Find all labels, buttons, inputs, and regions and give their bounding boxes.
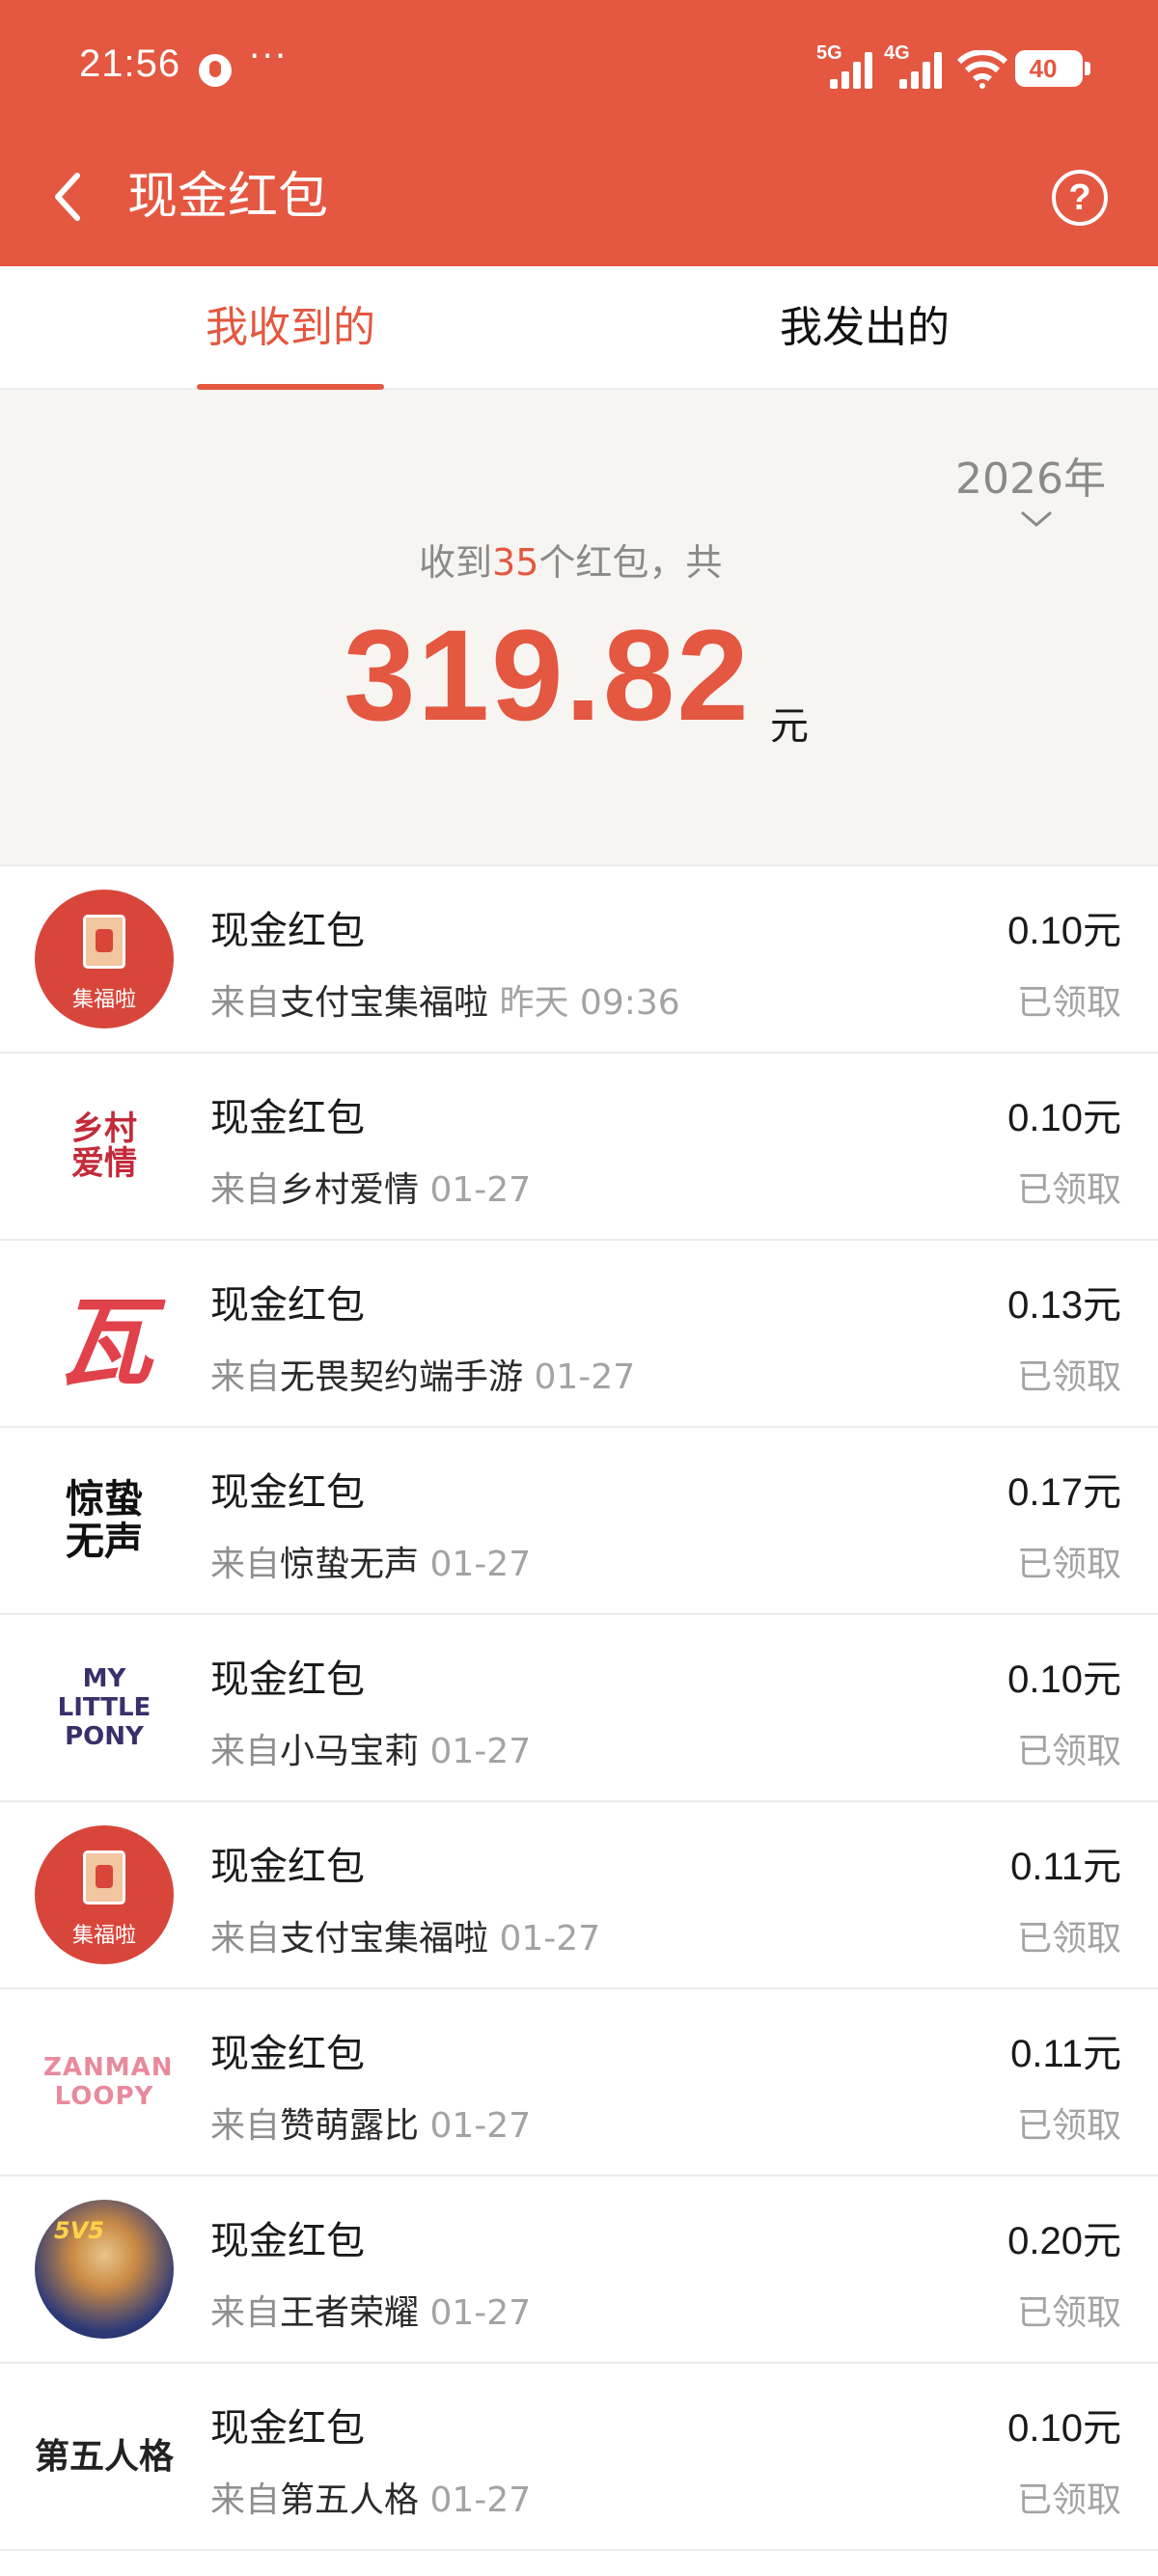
avatar-label: 集福啦 <box>71 1924 136 1948</box>
item-status: 已领取 <box>1016 1919 1121 1959</box>
summary-prefix: 收到 <box>419 541 493 584</box>
list-item[interactable]: ZANMANG LOOPY 现金红包 来自赞萌露比 01-27 0.11元 已领… <box>0 1989 1158 2177</box>
item-amount: 0.11元 <box>1010 2032 1121 2076</box>
item-source: 来自支付宝集福啦 01-27 <box>210 1919 601 1959</box>
total-amount: 319.82 <box>344 604 751 748</box>
alipay-jifu-avatar: 集福啦 <box>35 890 174 1028</box>
honor-of-kings-avatar: 5V5 <box>35 2200 174 2339</box>
list-item[interactable]: MY LITTLE PONY 现金红包 来自小马宝莉 01-27 0.10元 已… <box>0 1615 1158 1802</box>
signal-4g-icon: 4G <box>884 42 950 89</box>
item-title: 现金红包 <box>210 1658 365 1702</box>
jingzhe-avatar: 惊蛰无声 <box>35 1451 174 1590</box>
zanmang-loopy-avatar: ZANMANG LOOPY <box>35 2013 174 2151</box>
item-status: 已领取 <box>1016 983 1121 1023</box>
item-amount: 0.10元 <box>1007 909 1121 953</box>
item-status: 已领取 <box>1016 1170 1121 1210</box>
wifi-icon <box>957 50 1007 89</box>
item-source: 来自小马宝莉 01-27 <box>210 1732 532 1771</box>
sim2-label: 4G <box>884 42 910 64</box>
village-love-avatar: 乡村爱情 <box>35 1077 174 1216</box>
red-packet-list: 集福啦 现金红包 来自支付宝集福啦 昨天 09:36 0.10元 已领取 乡村爱… <box>0 866 1158 2551</box>
back-icon[interactable] <box>48 168 87 226</box>
list-item[interactable]: 5V5 现金红包 来自王者荣耀 01-27 0.20元 已领取 <box>0 2177 1158 2364</box>
alipay-jifu-avatar: 集福啦 <box>35 1825 174 1964</box>
item-title: 现金红包 <box>210 1470 365 1515</box>
item-source: 来自支付宝集福啦 昨天 09:36 <box>210 983 680 1023</box>
battery-level: 40 <box>1029 54 1058 83</box>
year-selector[interactable]: 2026年 <box>955 444 1106 506</box>
item-title: 现金红包 <box>210 1283 365 1328</box>
identity-v-avatar: 第五人格 <box>35 2387 174 2526</box>
item-source: 来自惊蛰无声 01-27 <box>210 1545 532 1584</box>
tab-received[interactable]: 我收到的 <box>197 266 384 390</box>
battery-icon: 40 <box>1015 50 1090 87</box>
item-amount: 0.10元 <box>1007 1096 1121 1140</box>
item-amount: 0.17元 <box>1007 1470 1121 1515</box>
item-status: 已领取 <box>1016 2293 1121 2333</box>
summary-panel: 2026年 收到35个红包，共 319.82 元 <box>0 390 1158 866</box>
chevron-down-icon[interactable] <box>1019 509 1054 529</box>
item-amount: 0.11元 <box>1010 1845 1121 1889</box>
tab-sent[interactable]: 我发出的 <box>758 266 971 390</box>
app-header: 21:56 ··· 5G 4G 40 现金红包 ? <box>0 0 1158 266</box>
list-item[interactable]: 乡村爱情 现金红包 来自乡村爱情 01-27 0.10元 已领取 <box>0 1054 1158 1241</box>
item-title: 现金红包 <box>210 2219 365 2263</box>
item-status: 已领取 <box>1016 2480 1121 2520</box>
my-little-pony-avatar: MY LITTLE PONY <box>35 1638 174 1777</box>
item-title: 现金红包 <box>210 1845 365 1889</box>
status-bar: 21:56 ··· 5G 4G 40 <box>0 0 1158 135</box>
item-status: 已领取 <box>1016 2106 1121 2146</box>
item-amount: 0.10元 <box>1007 2406 1121 2451</box>
item-title: 现金红包 <box>210 2406 365 2451</box>
item-source: 来自赞萌露比 01-27 <box>210 2106 532 2146</box>
item-status: 已领取 <box>1016 1545 1121 1584</box>
item-source: 来自无畏契约端手游 01-27 <box>210 1357 636 1397</box>
item-amount: 0.10元 <box>1007 1658 1121 1702</box>
item-amount: 0.13元 <box>1007 1283 1121 1328</box>
page-title: 现金红包 <box>127 168 329 226</box>
item-title: 现金红包 <box>210 1096 365 1140</box>
item-title: 现金红包 <box>210 909 365 953</box>
summary-count-line: 收到35个红包，共 <box>0 533 1158 586</box>
signal-5g-icon: 5G <box>816 42 872 89</box>
status-time: 21:56 <box>79 42 181 85</box>
qq-notification-icon <box>199 54 232 87</box>
avatar-label: 集福啦 <box>71 988 136 1012</box>
sim1-label: 5G <box>816 42 842 64</box>
item-amount: 0.20元 <box>1007 2219 1121 2263</box>
valorant-mobile-avatar: 瓦 <box>35 1264 174 1403</box>
list-item[interactable]: 集福啦 现金红包 来自支付宝集福啦 01-27 0.11元 已领取 <box>0 1802 1158 1989</box>
item-source: 来自王者荣耀 01-27 <box>210 2293 532 2333</box>
item-status: 已领取 <box>1016 1732 1121 1771</box>
summary-suffix: 个红包，共 <box>538 541 723 584</box>
total-unit: 元 <box>770 704 809 749</box>
more-notifications-icon: ··· <box>249 37 289 76</box>
item-title: 现金红包 <box>210 2032 365 2076</box>
tab-bar: 我收到的 我发出的 <box>0 266 1158 390</box>
item-status: 已领取 <box>1016 1357 1121 1397</box>
list-item[interactable]: 瓦 现金红包 来自无畏契约端手游 01-27 0.13元 已领取 <box>0 1241 1158 1428</box>
item-source: 来自第五人格 01-27 <box>210 2480 532 2520</box>
help-icon[interactable]: ? <box>1052 170 1108 226</box>
item-source: 来自乡村爱情 01-27 <box>210 1170 532 1210</box>
list-item[interactable]: 惊蛰无声 现金红包 来自惊蛰无声 01-27 0.17元 已领取 <box>0 1428 1158 1615</box>
packet-count: 35 <box>492 541 539 584</box>
list-item[interactable]: 集福啦 现金红包 来自支付宝集福啦 昨天 09:36 0.10元 已领取 <box>0 866 1158 1054</box>
list-item[interactable]: 第五人格 现金红包 来自第五人格 01-27 0.10元 已领取 <box>0 2364 1158 2551</box>
